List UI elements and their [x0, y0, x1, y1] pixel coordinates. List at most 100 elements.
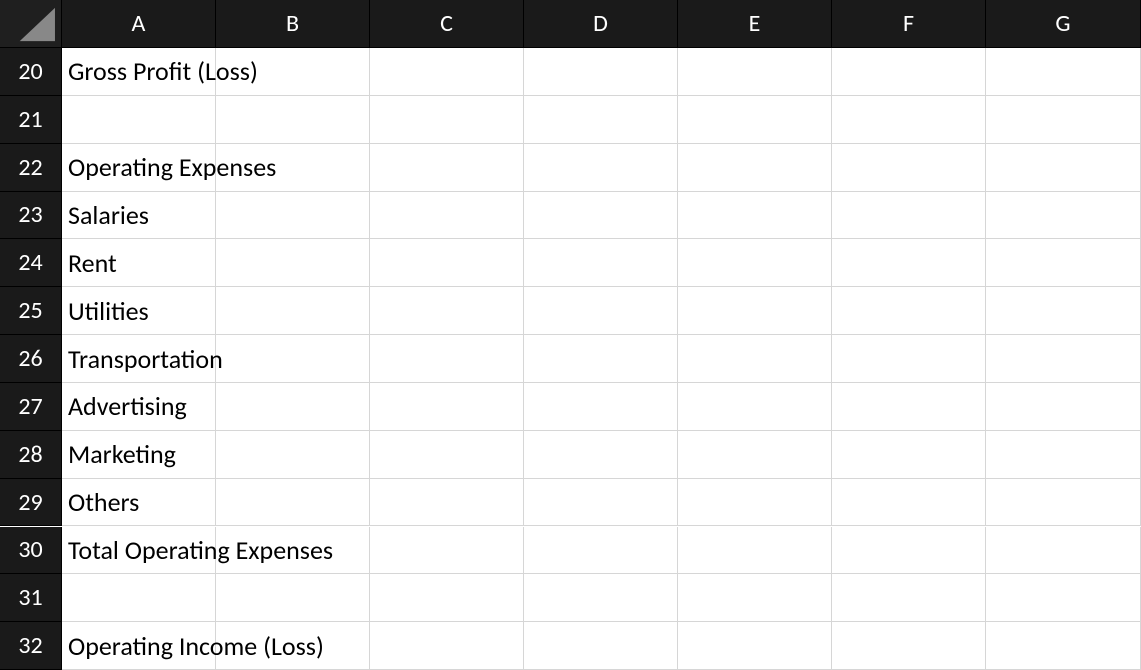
cell-E23[interactable]	[678, 192, 832, 240]
cell-C21[interactable]	[370, 96, 524, 144]
cell-E26[interactable]	[678, 335, 832, 383]
cell-D27[interactable]	[524, 383, 678, 431]
cell-F24[interactable]	[832, 239, 986, 287]
row-header-29[interactable]: 29	[0, 479, 62, 527]
cell-D31[interactable]	[524, 574, 678, 622]
cell-G26[interactable]	[986, 335, 1141, 383]
cell-F26[interactable]	[832, 335, 986, 383]
cell-F31[interactable]	[832, 574, 986, 622]
cell-E22[interactable]	[678, 144, 832, 192]
row-header-27[interactable]: 27	[0, 383, 62, 431]
cell-E29[interactable]	[678, 479, 832, 527]
col-header-A[interactable]: A	[62, 0, 216, 48]
cell-D25[interactable]	[524, 287, 678, 335]
cell-C26[interactable]	[370, 335, 524, 383]
cell-D21[interactable]	[524, 96, 678, 144]
cell-F23[interactable]	[832, 192, 986, 240]
cell-G30[interactable]	[986, 527, 1141, 575]
cell-A22[interactable]: Operating Expenses	[62, 144, 216, 192]
cell-B29[interactable]	[216, 479, 370, 527]
cell-B28[interactable]	[216, 431, 370, 479]
cell-D20[interactable]	[524, 48, 678, 96]
row-header-30[interactable]: 30	[0, 527, 62, 575]
cell-D22[interactable]	[524, 144, 678, 192]
cell-G25[interactable]	[986, 287, 1141, 335]
cell-E32[interactable]	[678, 622, 832, 670]
row-header-26[interactable]: 26	[0, 335, 62, 383]
cell-B24[interactable]	[216, 239, 370, 287]
cell-E28[interactable]	[678, 431, 832, 479]
cell-D28[interactable]	[524, 431, 678, 479]
row-header-31[interactable]: 31	[0, 574, 62, 622]
row-header-32[interactable]: 32	[0, 622, 62, 670]
cell-A20[interactable]: Gross Profit (Loss)	[62, 48, 216, 96]
cell-C20[interactable]	[370, 48, 524, 96]
cell-F27[interactable]	[832, 383, 986, 431]
col-header-D[interactable]: D	[524, 0, 678, 48]
cell-A29[interactable]: Others	[62, 479, 216, 527]
cell-E21[interactable]	[678, 96, 832, 144]
cell-C25[interactable]	[370, 287, 524, 335]
cell-D29[interactable]	[524, 479, 678, 527]
cell-G29[interactable]	[986, 479, 1141, 527]
cell-G32[interactable]	[986, 622, 1141, 670]
cell-A31[interactable]	[62, 574, 216, 622]
cell-C29[interactable]	[370, 479, 524, 527]
cell-G21[interactable]	[986, 96, 1141, 144]
cell-C28[interactable]	[370, 431, 524, 479]
row-header-25[interactable]: 25	[0, 287, 62, 335]
cell-B21[interactable]	[216, 96, 370, 144]
cell-A21[interactable]	[62, 96, 216, 144]
row-header-20[interactable]: 20	[0, 48, 62, 96]
row-header-28[interactable]: 28	[0, 431, 62, 479]
cell-C32[interactable]	[370, 622, 524, 670]
row-header-22[interactable]: 22	[0, 144, 62, 192]
cell-F32[interactable]	[832, 622, 986, 670]
col-header-E[interactable]: E	[678, 0, 832, 48]
cell-D32[interactable]	[524, 622, 678, 670]
cell-F28[interactable]	[832, 431, 986, 479]
cell-B25[interactable]	[216, 287, 370, 335]
cell-C23[interactable]	[370, 192, 524, 240]
cell-A25[interactable]: Utilities	[62, 287, 216, 335]
cell-B23[interactable]	[216, 192, 370, 240]
cell-D26[interactable]	[524, 335, 678, 383]
cell-B26[interactable]	[216, 335, 370, 383]
col-header-G[interactable]: G	[986, 0, 1141, 48]
cell-C31[interactable]	[370, 574, 524, 622]
cell-A28[interactable]: Marketing	[62, 431, 216, 479]
cell-E24[interactable]	[678, 239, 832, 287]
cell-A24[interactable]: Rent	[62, 239, 216, 287]
cell-E30[interactable]	[678, 527, 832, 575]
cell-D24[interactable]	[524, 239, 678, 287]
cell-C27[interactable]	[370, 383, 524, 431]
cell-G27[interactable]	[986, 383, 1141, 431]
cell-F30[interactable]	[832, 527, 986, 575]
cell-F21[interactable]	[832, 96, 986, 144]
cell-G31[interactable]	[986, 574, 1141, 622]
row-header-24[interactable]: 24	[0, 239, 62, 287]
cell-G23[interactable]	[986, 192, 1141, 240]
col-header-C[interactable]: C	[370, 0, 524, 48]
cell-A32[interactable]: Operating Income (Loss)	[62, 622, 216, 670]
cell-A26[interactable]: Transportation	[62, 335, 216, 383]
row-header-23[interactable]: 23	[0, 192, 62, 240]
cell-A23[interactable]: Salaries	[62, 192, 216, 240]
cell-G20[interactable]	[986, 48, 1141, 96]
select-all-corner[interactable]	[0, 0, 62, 48]
cell-B27[interactable]	[216, 383, 370, 431]
cell-B31[interactable]	[216, 574, 370, 622]
cell-F22[interactable]	[832, 144, 986, 192]
cell-F20[interactable]	[832, 48, 986, 96]
cell-G28[interactable]	[986, 431, 1141, 479]
cell-C22[interactable]	[370, 144, 524, 192]
cell-G22[interactable]	[986, 144, 1141, 192]
cell-E27[interactable]	[678, 383, 832, 431]
cell-F25[interactable]	[832, 287, 986, 335]
cell-F29[interactable]	[832, 479, 986, 527]
cell-A27[interactable]: Advertising	[62, 383, 216, 431]
cell-D30[interactable]	[524, 527, 678, 575]
cell-E25[interactable]	[678, 287, 832, 335]
cell-C24[interactable]	[370, 239, 524, 287]
cell-G24[interactable]	[986, 239, 1141, 287]
